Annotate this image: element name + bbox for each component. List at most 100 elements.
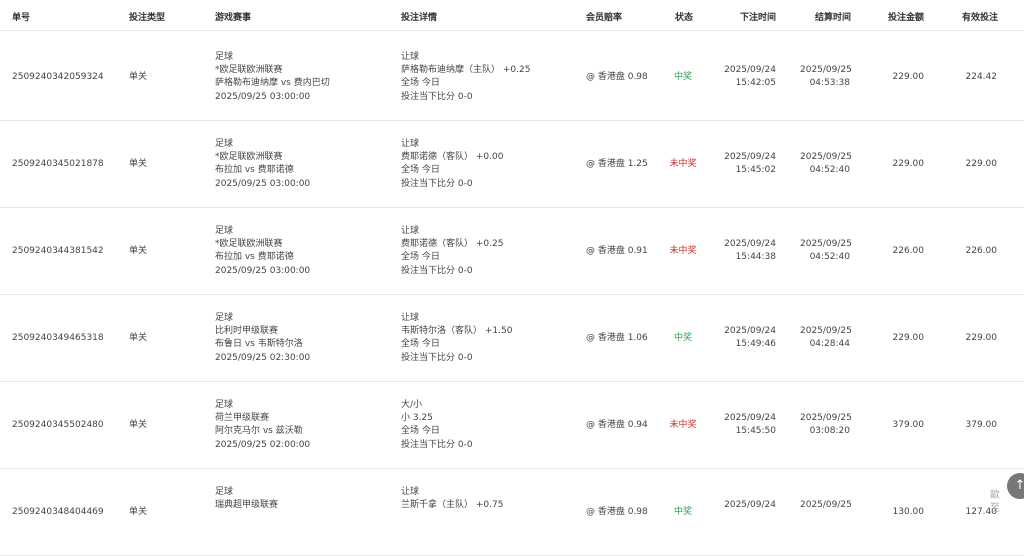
settle-time-settle-clock: 04:52:40 xyxy=(809,252,850,262)
bet-id-id: 2509240348404469 xyxy=(12,507,104,517)
bet-type-type: 单关 xyxy=(129,507,148,517)
member-odds-odds: @ 香港盘 1.06 xyxy=(586,333,648,343)
bet-amount-amount: 229.00 xyxy=(892,72,925,82)
header-game: 游戏赛事 xyxy=(215,13,252,23)
bet-amount-amount: 130.00 xyxy=(892,507,925,517)
bet-time-bet-date: 2025/09/24 xyxy=(724,239,776,249)
game-info-match: 布拉加 vs 费耶诺德 xyxy=(215,165,294,175)
table-row: 2509240344381542 单关 足球 *欧足联欧洲联赛布拉加 vs 费耶诺德 2… xyxy=(0,208,1024,295)
game-info-league: 荷兰甲级联赛 xyxy=(215,413,270,423)
bet-amount-amount: 226.00 xyxy=(892,246,925,256)
bet-time-bet-date: 2025/09/24 xyxy=(724,152,776,162)
bet-detail-score: 投注当下比分 0-0 xyxy=(401,440,473,450)
header-amount: 投注金额 xyxy=(888,13,925,23)
bet-id-id: 2509240349465318 xyxy=(12,333,104,343)
bet-detail-period: 全场 今日 xyxy=(401,165,440,175)
settle-time-settle-date: 2025/09/25 xyxy=(800,239,852,249)
header-id: 单号 xyxy=(12,13,31,23)
game-info-sport: 足球 xyxy=(215,226,234,236)
member-odds-odds: @ 香港盘 0.91 xyxy=(586,246,648,256)
bet-time-bet-date: 2025/09/24 xyxy=(724,65,776,75)
member-odds-odds: @ 香港盘 0.94 xyxy=(586,420,648,430)
settle-time-settle-date: 2025/09/25 xyxy=(800,413,852,423)
table-header: 单号 投注类型 游戏赛事 投注详情 会员赔率 状态 下注时间 结算时间 投注金额… xyxy=(0,0,1024,31)
bet-detail-bet-kind: 让球 xyxy=(401,52,420,62)
watermark: 歐 至 xyxy=(990,489,1000,515)
settle-time-settle-date: 2025/09/25 xyxy=(800,152,852,162)
bet-time-bet-clock: 15:42:05 xyxy=(735,78,776,88)
status-badge-status: 中奖 xyxy=(673,72,692,82)
game-info-league: *欧足联欧洲联赛 xyxy=(215,239,283,249)
bet-detail-score: 投注当下比分 0-0 xyxy=(401,92,473,102)
valid-amount-valid: 127.40 xyxy=(965,507,998,517)
status-badge-status: 中奖 xyxy=(673,507,692,517)
bet-detail-period: 全场 今日 xyxy=(401,426,440,436)
bet-detail-score: 投注当下比分 0-0 xyxy=(401,266,473,276)
bet-type-type: 单关 xyxy=(129,420,148,430)
table-row: 2509240345502480 单关 足球荷兰甲级联赛阿尔克马尔 vs 兹沃勒 20… xyxy=(0,382,1024,469)
header-type: 投注类型 xyxy=(129,13,166,23)
header-detail: 投注详情 xyxy=(401,13,438,23)
settle-time-settle-date: 2025/09/25 xyxy=(800,326,852,336)
bet-detail-period: 全场 今日 xyxy=(401,252,440,262)
bet-time-bet-clock: 15:49:46 xyxy=(735,339,776,349)
valid-amount-valid: 226.00 xyxy=(965,246,998,256)
bet-detail-selection: 兰斯千拿（主队） +0.75 xyxy=(401,500,504,510)
bet-detail-bet-kind: 让球 xyxy=(401,139,420,149)
game-info-match: 阿尔克马尔 vs 兹沃勒 xyxy=(215,426,303,436)
valid-amount-valid: 379.00 xyxy=(965,420,998,430)
game-info-league: 比利时甲级联赛 xyxy=(215,326,279,336)
bet-detail-selection: 费耶诺德（客队） +0.25 xyxy=(401,239,504,249)
member-odds-odds: @ 香港盘 0.98 xyxy=(586,72,648,82)
bet-type-type: 单关 xyxy=(129,72,148,82)
game-info-match-time: 2025/09/25 03:00:00 xyxy=(215,266,311,276)
bet-id-id: 2509240344381542 xyxy=(12,246,104,256)
bet-detail-score: 投注当下比分 0-0 xyxy=(401,353,473,363)
game-info-sport: 足球 xyxy=(215,139,234,149)
valid-amount-valid: 229.00 xyxy=(965,159,998,169)
bet-id-id: 2509240342059324 xyxy=(12,72,104,82)
settle-time-settle-date: 2025/09/25 xyxy=(800,65,852,75)
game-info-match-time: 2025/09/25 02:00:00 xyxy=(215,440,311,450)
bet-detail-score: 投注当下比分 0-0 xyxy=(401,179,473,189)
game-info-match: 萨格勒布迪纳摩 vs 费内巴切 xyxy=(215,78,330,88)
bet-detail-selection: 费耶诺德（客队） +0.00 xyxy=(401,152,504,162)
header-settle-time: 结算时间 xyxy=(815,13,852,23)
valid-amount-valid: 229.00 xyxy=(965,333,998,343)
game-info-match-time: 2025/09/25 03:00:00 xyxy=(215,92,311,102)
bet-detail-bet-kind: 让球 xyxy=(401,487,420,497)
settle-time-settle-clock: 04:53:38 xyxy=(809,78,850,88)
bet-detail-selection: 萨格勒布迪纳摩（主队） +0.25 xyxy=(401,65,531,75)
game-info-match: 布拉加 vs 费耶诺德 xyxy=(215,252,294,262)
bet-amount-amount: 229.00 xyxy=(892,333,925,343)
status-badge-status: 未中奖 xyxy=(669,420,697,430)
bet-detail-bet-kind: 大/小 xyxy=(401,400,423,410)
table-row: 2509240349465318 单关 足球 比利时甲级联赛 布鲁日 vs 韦斯特尔洛 2… xyxy=(0,295,1024,382)
game-info-league: *欧足联欧洲联赛 xyxy=(215,152,283,162)
game-info-league: *欧足联欧洲联赛 xyxy=(215,65,283,75)
bet-detail-selection: 小 3.25 xyxy=(401,413,433,423)
watermark-line: 歐 xyxy=(990,490,1000,501)
bet-time-bet-clock: 15:44:38 xyxy=(735,252,776,262)
bet-time-bet-clock: 15:45:02 xyxy=(735,165,776,175)
status-badge-status: 未中奖 xyxy=(669,159,697,169)
member-odds-odds: @ 香港盘 1.25 xyxy=(586,159,648,169)
game-info-match-time: 2025/09/25 02:30:00 xyxy=(215,353,311,363)
game-info-sport: 足球 xyxy=(215,400,234,410)
bet-id-id: 2509240345021878 xyxy=(12,159,104,169)
bet-time-bet-clock: 15:45:50 xyxy=(735,426,776,436)
bet-detail-bet-kind: 让球 xyxy=(401,313,420,323)
bet-id-id: 2509240345502480 xyxy=(12,420,104,430)
arrow-up-icon: ↑ xyxy=(1014,478,1024,493)
table-row: 2509240348404469 单关 足球瑞典超甲级联赛 让球兰斯千拿（主队） +0… xyxy=(0,469,1024,556)
bet-detail-period: 全场 今日 xyxy=(401,339,440,349)
table-row: 2509240342059324 单关 足球 *欧足联欧洲联赛 萨格勒布迪纳摩 vs 费… xyxy=(0,34,1024,121)
settle-time-settle-clock: 04:52:40 xyxy=(809,165,850,175)
bet-time-bet-date: 2025/09/24 xyxy=(724,326,776,336)
bet-type-type: 单关 xyxy=(129,333,148,343)
game-info-league: 瑞典超甲级联赛 xyxy=(215,500,279,510)
valid-amount-valid: 224.42 xyxy=(965,72,998,82)
bet-amount-amount: 229.00 xyxy=(892,159,925,169)
game-info-sport: 足球 xyxy=(215,487,234,497)
bet-type-type: 单关 xyxy=(129,246,148,256)
